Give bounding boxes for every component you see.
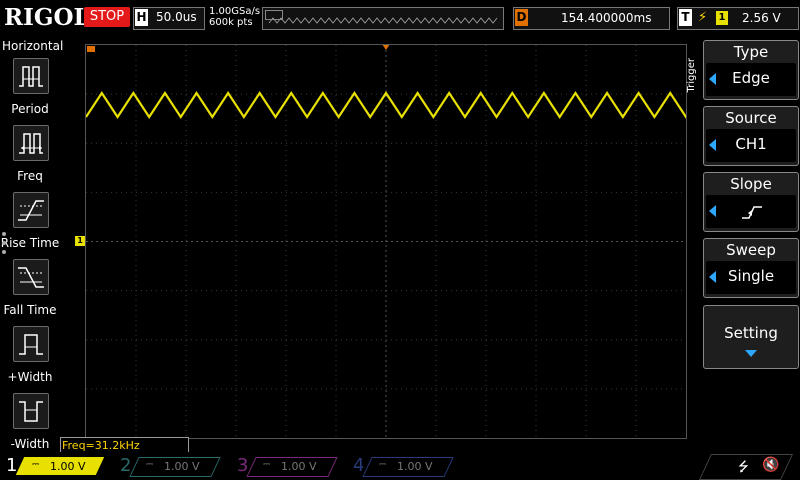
channel-4-status[interactable]: 4 ⎓ 1.00 V (347, 455, 459, 477)
dc-coupling-icon: ⎓ (146, 460, 154, 470)
measure-menu: Horizontal Period Freq Rise Time Fall Ti… (0, 38, 64, 452)
frequency-icon (13, 125, 49, 161)
arrow-left-icon (709, 205, 716, 217)
trigger-type-value: Edge (732, 69, 770, 87)
channel-1-offset-marker[interactable]: 1 (75, 236, 85, 246)
channel-4-scale: 1.00 V (397, 460, 433, 473)
trigger-key: T (679, 9, 692, 26)
acquisition-info: 1.00GSa/s 600k pts (209, 6, 260, 28)
measure-frequency-label: Freq (17, 169, 43, 183)
memory-depth: 600k pts (209, 17, 253, 28)
trigger-slope-key[interactable]: Slope (703, 172, 799, 232)
dc-coupling-icon: ⎓ (379, 460, 387, 470)
waveform-display[interactable] (85, 44, 703, 439)
channel-status-bar: 1 ⎓ 1.00 V 2 ⎓ 1.00 V 3 ⎓ 1.00 V 4 ⎓ 1.0… (0, 452, 800, 480)
measure-period[interactable]: Period (0, 58, 60, 124)
trigger-setting-key[interactable]: Setting (703, 305, 799, 369)
channel-3-status[interactable]: 3 ⎓ 1.00 V (231, 455, 343, 477)
trigger-sweep-key[interactable]: Sweep Single (703, 238, 799, 298)
channel-1-scale: 1.00 V (50, 460, 86, 473)
channel-1-status[interactable]: 1 ⎓ 1.00 V (0, 455, 112, 477)
measure-frequency[interactable]: Freq (0, 125, 60, 191)
dc-coupling-icon: ⎓ (32, 460, 40, 470)
delay-value: 154.400000ms (561, 11, 652, 25)
measure-fall-time[interactable]: Fall Time (0, 259, 60, 325)
trigger-position-marker (382, 44, 390, 50)
trigger-type-title: Type (733, 43, 769, 61)
trigger-source-title: Source (725, 109, 777, 127)
fall-time-icon (13, 259, 49, 295)
run-stop-status[interactable]: STOP (84, 7, 130, 27)
delay-key: D (515, 9, 528, 26)
trigger-readout[interactable]: T ⚡ 1 2.56 V (677, 7, 799, 30)
dc-coupling-icon: ⎓ (263, 460, 271, 470)
trigger-level: 2.56 V (742, 11, 781, 25)
trigger-menu: Trigger Type Edge Source CH1 Slope Sweep… (686, 38, 800, 448)
measure-rise-time-label: Rise Time (0, 236, 60, 250)
channel-4-number: 4 (353, 455, 365, 476)
usb-icon: ⭍ (738, 460, 749, 475)
timebase-key: H (135, 9, 148, 26)
sample-rate: 1.00GSa/s (209, 6, 261, 17)
memory-waveform-preview (268, 17, 498, 24)
memory-overview-strip[interactable] (262, 7, 504, 30)
rigol-logo: RIGOL (4, 4, 90, 31)
top-status-bar: RIGOL STOP H 50.0us 1.00GSa/s 600k pts D… (0, 0, 800, 36)
trigger-menu-label: Trigger (686, 58, 697, 93)
rising-edge-icon: ⚡ (698, 10, 708, 25)
trigger-type-key[interactable]: Type Edge (703, 40, 799, 100)
period-icon (13, 58, 49, 94)
rising-edge-icon (742, 206, 762, 219)
arrow-down-icon (745, 350, 757, 357)
channel-2-status[interactable]: 2 ⎓ 1.00 V (114, 455, 226, 477)
trigger-channel-badge: 1 (716, 11, 728, 25)
channel-2-number: 2 (120, 455, 132, 476)
memory-window-marker (265, 10, 283, 20)
measure-positive-width[interactable]: +Width (0, 326, 60, 392)
delay-marker (87, 46, 95, 52)
positive-width-icon (13, 326, 49, 362)
trigger-setting-title: Setting (724, 324, 778, 342)
trigger-source-key[interactable]: Source CH1 (703, 106, 799, 166)
delay-readout[interactable]: D 154.400000ms (513, 7, 670, 30)
trigger-sweep-title: Sweep (726, 241, 776, 259)
speaker-mute-icon[interactable]: 🔇 (762, 457, 779, 473)
measure-category-title: Horizontal (2, 39, 64, 53)
trigger-slope-title: Slope (730, 175, 772, 193)
trigger-source-value: CH1 (735, 135, 767, 153)
trigger-sweep-value: Single (727, 267, 775, 285)
channel-3-scale: 1.00 V (281, 460, 317, 473)
measure-period-label: Period (11, 102, 49, 116)
measure-fall-time-label: Fall Time (3, 303, 57, 317)
measure-negative-width[interactable]: -Width (0, 393, 60, 459)
negative-width-icon (13, 393, 49, 429)
channel-3-number: 3 (237, 455, 249, 476)
graticule (85, 44, 703, 438)
menu-page-dots (2, 232, 6, 259)
measure-negative-width-label: -Width (10, 437, 50, 451)
timebase-value: 50.0us (156, 10, 197, 24)
channel-2-scale: 1.00 V (164, 460, 200, 473)
measure-positive-width-label: +Width (7, 370, 53, 384)
measure-rise-time[interactable]: Rise Time (0, 192, 60, 258)
timebase-readout[interactable]: H 50.0us (133, 7, 205, 30)
rise-time-icon (13, 192, 49, 228)
